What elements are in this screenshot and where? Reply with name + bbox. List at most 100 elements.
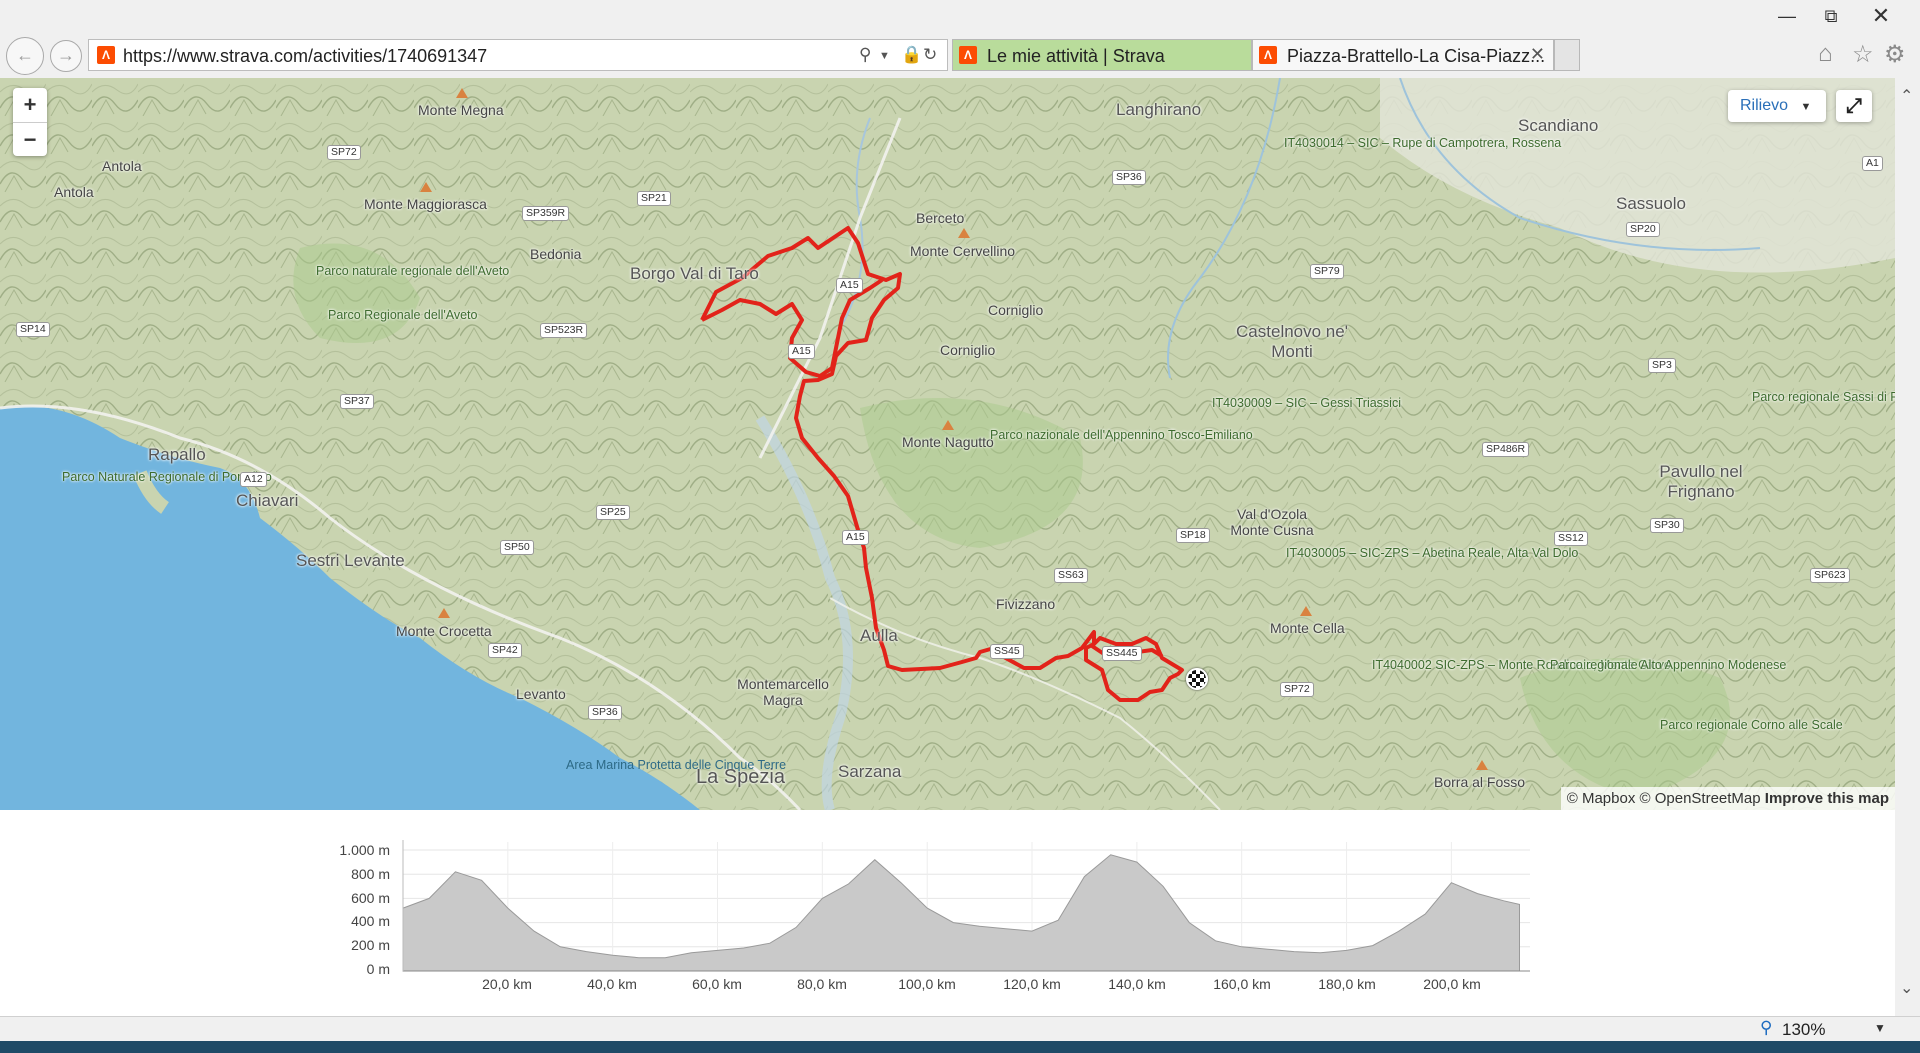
road-shield: SP20 <box>1626 222 1660 237</box>
road-shield: SP37 <box>340 394 374 409</box>
place-label: Antola <box>102 158 142 174</box>
tab-activity[interactable]: Λ Piazza-Brattello-La Cisa-Piazz... ✕ <box>1252 39 1554 71</box>
osm-link[interactable]: © OpenStreetMap <box>1640 790 1761 807</box>
improve-map-link[interactable]: Improve this map <box>1765 790 1889 807</box>
x-tick-label: 180,0 km <box>1318 976 1376 992</box>
zoom-out-button[interactable]: − <box>13 123 47 157</box>
fullscreen-icon[interactable]: ⤢ <box>1836 90 1872 122</box>
zoom-control: + − <box>13 88 47 156</box>
road-shield: A12 <box>240 472 267 487</box>
road-shield: SP25 <box>596 505 630 520</box>
road-shield: SS445 <box>1102 646 1142 661</box>
road-shield: SP36 <box>1112 170 1146 185</box>
forward-arrow-icon[interactable]: → <box>50 40 82 72</box>
taskbar <box>0 1041 1920 1053</box>
park-label: IT4030014 – SIC – Rupe di Campotrera, Ro… <box>1284 136 1561 150</box>
refresh-icon[interactable]: ↻ <box>923 45 937 65</box>
road-shield: SP523R <box>540 323 588 338</box>
star-icon[interactable]: ☆ <box>1852 40 1874 69</box>
park-label: IT4030005 – SIC-ZPS – Abetina Reale, Alt… <box>1286 546 1578 560</box>
dropdown-arrow-icon[interactable]: ▼ <box>1874 1021 1886 1035</box>
place-label: Chiavari <box>236 491 299 510</box>
park-label: IT4030009 – SIC – Gessi Triassici <box>1212 396 1401 410</box>
place-label: Borra al Fosso <box>1434 774 1526 790</box>
close-icon[interactable]: ✕ <box>1858 2 1904 30</box>
park-label: Parco naturale regionale dell'Aveto <box>316 264 510 278</box>
road-shield: SP42 <box>488 643 522 658</box>
home-icon[interactable]: ⌂ <box>1818 40 1833 68</box>
place-label: Borgo Val di Taro <box>630 264 759 283</box>
route-map[interactable]: Monte Megna Antola Antola Monte Maggiora… <box>0 78 1895 810</box>
place-label: Rapallo <box>148 445 206 464</box>
restore-icon[interactable]: ⧉ <box>1808 2 1854 30</box>
road-shield: SP30 <box>1650 518 1684 533</box>
peak-icon <box>1476 760 1488 770</box>
strava-favicon-icon: Λ <box>97 46 115 64</box>
strava-favicon-icon: Λ <box>959 46 977 64</box>
road-shield: SP486R <box>1482 442 1530 457</box>
place-label: Monte Cella <box>1270 620 1345 636</box>
tab-close-icon[interactable]: ✕ <box>1530 44 1545 65</box>
address-bar[interactable]: Λ https://www.strava.com/activities/1740… <box>88 39 948 71</box>
place-label: Pavullo nel Frignano <box>1659 462 1743 501</box>
place-label: Monte Crocetta <box>396 623 492 639</box>
x-tick-label: 140,0 km <box>1108 976 1166 992</box>
zoom-magnifier-icon[interactable]: ⚲ <box>1760 1018 1772 1038</box>
x-tick-label: 120,0 km <box>1003 976 1061 992</box>
vertical-scrollbar[interactable]: ⌃ ⌄ <box>1895 78 1920 1016</box>
strava-favicon-icon: Λ <box>1259 46 1277 64</box>
place-label: Sarzana <box>838 762 902 781</box>
road-shield: SP21 <box>637 191 671 206</box>
road-shield: SP18 <box>1176 528 1210 543</box>
map-layer-select[interactable]: Rilievo ▼ <box>1728 90 1826 122</box>
elevation-area <box>402 854 1520 972</box>
place-label: Monte Maggiorasca <box>364 196 487 212</box>
road-shield: SP79 <box>1310 264 1344 279</box>
search-icon[interactable]: ⚲ <box>859 45 871 65</box>
elevation-profile[interactable]: 1.000 m 800 m 600 m 400 m 200 m 0 m 20,0… <box>320 830 1540 1000</box>
lock-icon[interactable]: 🔒 <box>901 45 922 65</box>
place-label: Monte Megna <box>418 102 504 118</box>
finish-flag-icon[interactable] <box>1186 668 1208 690</box>
park-label: Parco Regionale dell'Aveto <box>328 308 478 322</box>
park-label: Parco nazionale dell'Appennino Tosco-Emi… <box>990 428 1253 442</box>
park-label: Parco regionale Corno alle Scale <box>1660 718 1843 732</box>
x-tick-label: 20,0 km <box>482 976 532 992</box>
zoom-in-button[interactable]: + <box>13 88 47 123</box>
gear-icon[interactable]: ⚙ <box>1884 40 1906 69</box>
scroll-up-icon[interactable]: ⌃ <box>1900 86 1913 106</box>
place-label: Montemarcello Magra <box>737 676 829 708</box>
back-arrow-icon[interactable]: ← <box>6 37 44 75</box>
url-text[interactable]: https://www.strava.com/activities/174069… <box>123 46 487 67</box>
road-shield: SP72 <box>327 145 361 160</box>
browser-chrome: — ⧉ ✕ ← → Λ https://www.strava.com/activ… <box>0 0 1920 79</box>
mapbox-link[interactable]: © Mapbox <box>1567 790 1636 807</box>
road-shield: SP3 <box>1648 358 1676 373</box>
tab-label: Le mie attività | Strava <box>987 46 1165 66</box>
x-tick-label: 40,0 km <box>587 976 637 992</box>
tab-my-activities[interactable]: Λ Le mie attività | Strava <box>952 39 1252 71</box>
place-label: Scandiano <box>1518 116 1599 135</box>
place-label: Monte Cervellino <box>910 243 1016 259</box>
map-attribution: © Mapbox © OpenStreetMap Improve this ma… <box>1560 787 1895 810</box>
minimize-icon[interactable]: — <box>1764 2 1810 30</box>
dropdown-arrow-icon[interactable]: ▼ <box>879 50 890 62</box>
x-tick-label: 100,0 km <box>898 976 956 992</box>
place-label: Antola <box>54 184 94 200</box>
tab-label: Piazza-Brattello-La Cisa-Piazz... <box>1287 46 1546 66</box>
place-label: Sassuolo <box>1616 194 1686 213</box>
road-shield: SS45 <box>990 644 1024 659</box>
zoom-level[interactable]: 130% <box>1782 1020 1825 1040</box>
place-label: Castelnovo ne' Monti <box>1236 322 1348 361</box>
peak-icon <box>456 88 468 98</box>
new-tab-button[interactable] <box>1554 39 1580 71</box>
place-label: Corniglio <box>988 302 1044 318</box>
peak-icon <box>438 608 450 618</box>
peak-icon <box>958 228 970 238</box>
x-tick-label: 80,0 km <box>797 976 847 992</box>
road-shield: SP359R <box>522 206 570 221</box>
road-shield: SP623 <box>1810 568 1850 583</box>
scroll-down-icon[interactable]: ⌄ <box>1900 978 1913 998</box>
place-label: Fivizzano <box>996 596 1056 612</box>
place-label: Berceto <box>916 210 965 226</box>
